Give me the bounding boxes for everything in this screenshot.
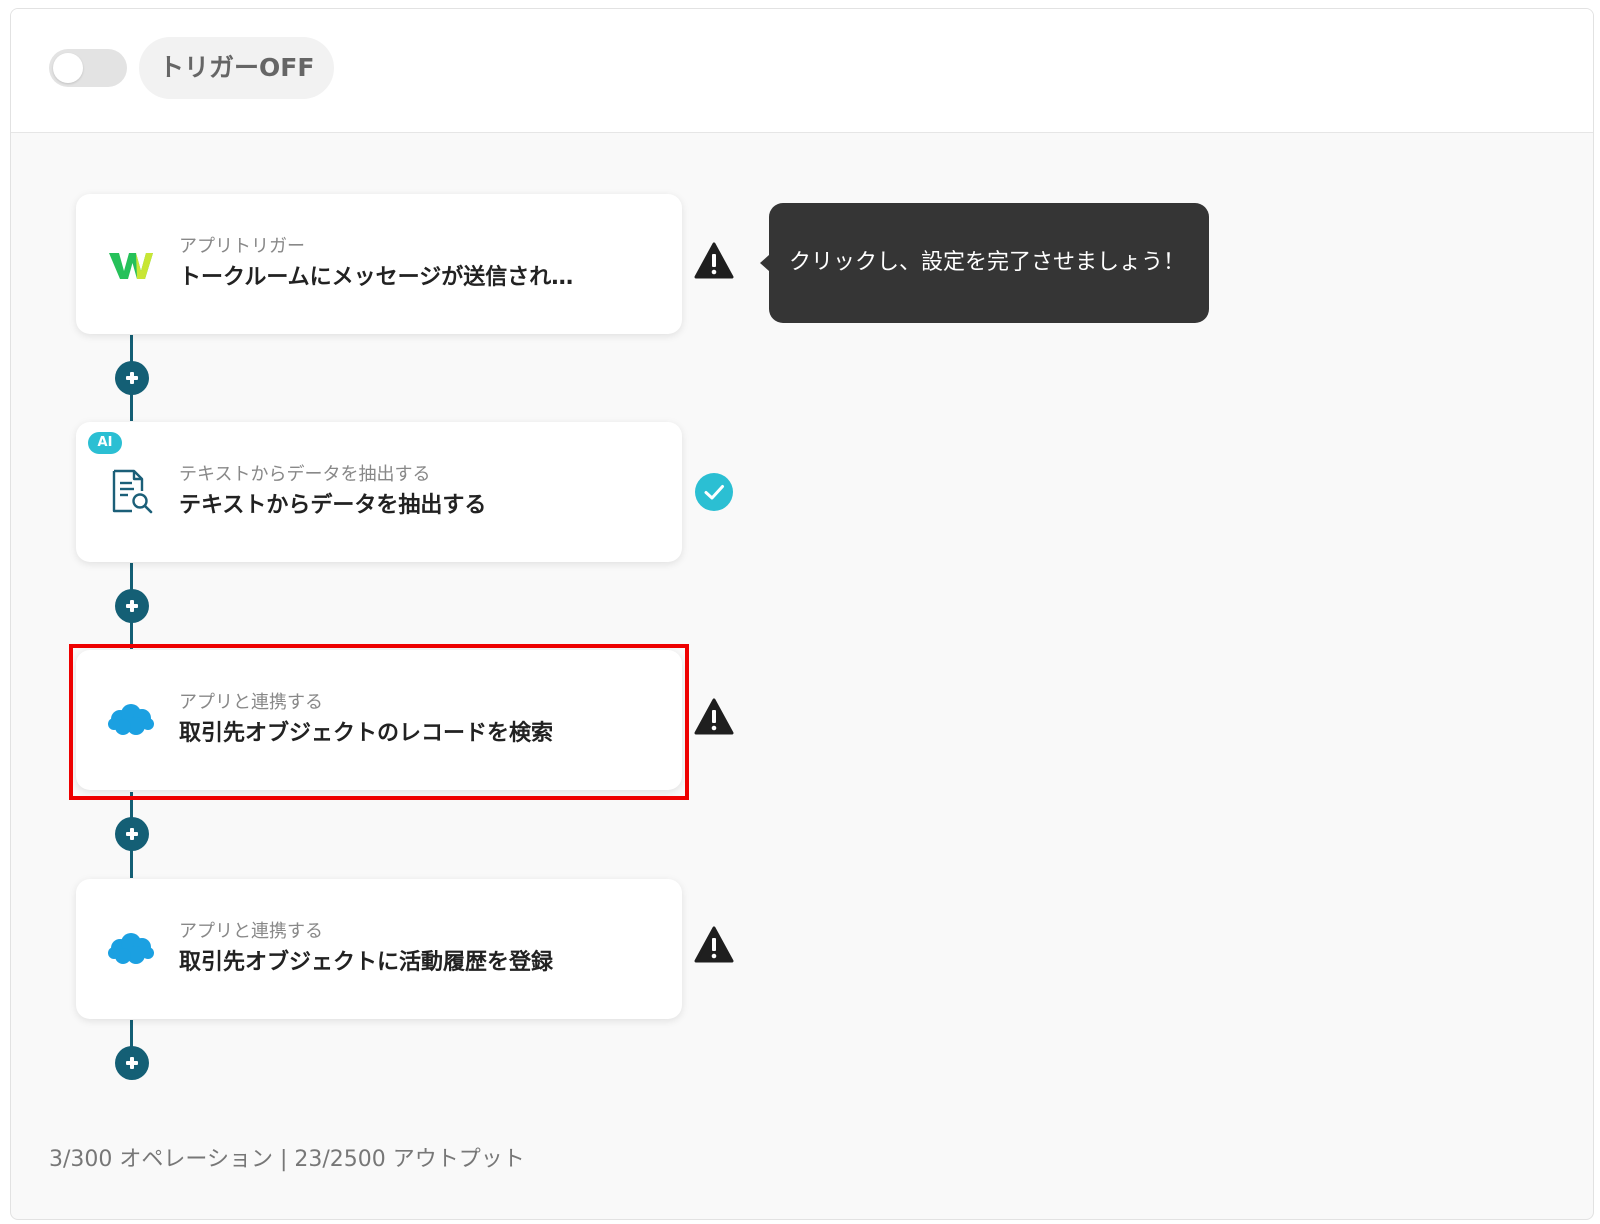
step-category: アプリと連携する — [179, 921, 323, 942]
flow-step-card[interactable]: アプリと連携する 取引先オブジェクトに活動履歴を登録 — [76, 879, 682, 1019]
trigger-toggle[interactable] — [49, 49, 127, 87]
step-title: 取引先オブジェクトに活動履歴を登録 — [179, 950, 554, 975]
setup-tooltip: クリックし、設定を完了させましょう！ — [760, 203, 1209, 323]
warning-icon — [694, 926, 734, 963]
flow-editor: トリガーOFF アプリトリガー トークルームにメッセージが送信され… クリックし… — [10, 8, 1594, 1220]
usage-summary: 3/300 オペレーション | 23/2500 アウトプット — [49, 1147, 525, 1172]
ai-badge: AI — [88, 432, 122, 454]
add-step-button[interactable] — [115, 1046, 149, 1080]
trigger-status-label: トリガーOFF — [139, 37, 335, 99]
add-step-button[interactable] — [115, 361, 149, 395]
add-step-button[interactable] — [115, 589, 149, 623]
step-title: トークルームにメッセージが送信され… — [179, 265, 574, 290]
step-title: テキストからデータを抽出する — [179, 493, 487, 518]
warning-icon — [694, 698, 734, 735]
check-icon — [695, 473, 733, 511]
salesforce-cloud-icon — [108, 933, 154, 964]
warning-icon — [694, 242, 734, 279]
step-category: テキストからデータを抽出する — [179, 464, 431, 485]
toggle-knob — [53, 53, 83, 83]
add-step-button[interactable] — [115, 817, 149, 851]
w-logo-icon — [109, 253, 153, 279]
flow-step-card[interactable]: AI テキストからデータを抽出する テキストからデータを抽出する — [76, 422, 682, 562]
highlight-frame — [69, 644, 689, 800]
top-bar: トリガーOFF — [11, 9, 1593, 133]
flow-step-card[interactable]: アプリトリガー トークルームにメッセージが送信され… — [76, 194, 682, 334]
document-search-icon — [112, 469, 153, 514]
step-category: アプリトリガー — [179, 236, 305, 257]
